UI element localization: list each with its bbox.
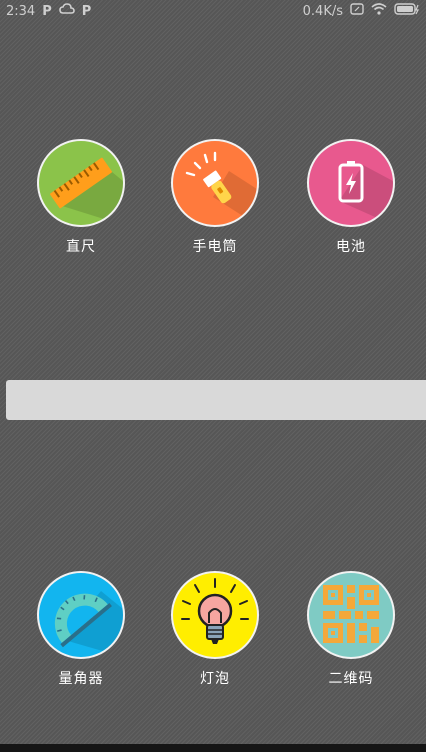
protractor-icon[interactable] xyxy=(37,571,125,659)
status-time: 2:34 xyxy=(6,3,36,19)
battery-label: 电池 xyxy=(336,239,366,255)
notification-p-icon: P xyxy=(42,3,52,19)
qr-code-tool[interactable]: 二维码 xyxy=(296,571,406,688)
battery-tool[interactable]: 电池 xyxy=(296,139,406,256)
qr-code-icon[interactable] xyxy=(307,571,395,659)
notification-p-icon-2: P xyxy=(81,3,92,19)
light-bar xyxy=(6,380,426,420)
flashlight-icon[interactable] xyxy=(171,139,259,227)
ruler-icon[interactable] xyxy=(37,139,125,227)
ruler-tool[interactable]: 直尺 xyxy=(26,139,136,256)
battery-icon[interactable] xyxy=(307,139,395,227)
qr-code-label: 二维码 xyxy=(328,671,374,687)
flashlight-label: 手电筒 xyxy=(192,239,238,255)
wifi-icon xyxy=(371,3,387,19)
lightbulb-tool[interactable]: 灯泡 xyxy=(160,571,270,688)
flashlight-tool[interactable]: 手电筒 xyxy=(160,139,270,256)
status-left: 2:34 P P xyxy=(6,3,91,19)
protractor-label: 量角器 xyxy=(58,671,104,687)
battery-status-icon xyxy=(394,3,420,19)
lightbulb-icon[interactable] xyxy=(171,571,259,659)
protractor-tool[interactable]: 量角器 xyxy=(26,571,136,688)
network-speed: 0.4K/s xyxy=(302,3,343,19)
ruler-label: 直尺 xyxy=(66,239,96,255)
status-right: 0.4K/s xyxy=(303,3,420,19)
cloud-icon xyxy=(58,3,75,19)
lightbulb-label: 灯泡 xyxy=(200,671,230,687)
status-bar: 2:34 P P 0.4K/s xyxy=(0,0,426,22)
bottom-edge xyxy=(0,744,426,752)
sim-icon xyxy=(350,3,364,19)
